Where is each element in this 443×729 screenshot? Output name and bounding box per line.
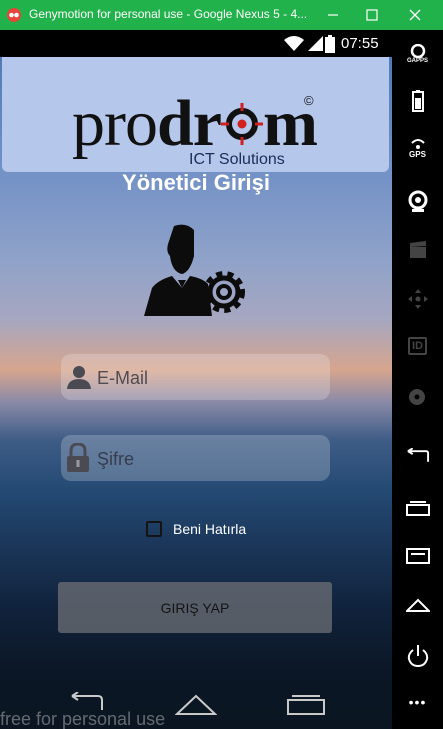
battery-icon <box>325 35 335 53</box>
remember-label: Beni Hatırla <box>173 521 247 537</box>
back-tool-icon <box>407 448 430 462</box>
dpad-icon <box>407 289 428 309</box>
home-icon[interactable] <box>175 692 217 716</box>
watermark-text: free for personal use <box>0 709 166 729</box>
gps-label: GPS <box>409 150 426 159</box>
power-button[interactable] <box>405 644 430 668</box>
emulator-toolbar: GAPPS GPS ID ••• <box>392 30 443 729</box>
battery-tool-icon <box>411 90 424 112</box>
back-tool-button[interactable] <box>405 448 430 464</box>
email-input[interactable] <box>95 354 329 402</box>
camera-button[interactable] <box>405 190 430 212</box>
logo-subtitle: ICT Solutions <box>189 151 285 168</box>
password-field[interactable] <box>61 435 330 483</box>
recent-tool-button[interactable] <box>405 500 430 516</box>
recent-tool-icon <box>405 501 430 516</box>
recent-apps-icon[interactable] <box>286 692 326 716</box>
login-button[interactable]: GIRIŞ YAP <box>58 582 332 633</box>
logo-text-prefix: pro <box>72 87 158 160</box>
logo-banner: prodr m © ICT Solutions <box>2 57 389 172</box>
page-title: Yönetici Girişi <box>122 170 270 195</box>
more-button[interactable]: ••• <box>405 694 430 710</box>
remote-control-button[interactable] <box>405 288 430 310</box>
webcam-icon <box>408 190 427 212</box>
genymotion-icon <box>7 8 21 22</box>
gapps-icon <box>410 44 425 58</box>
gps-icon <box>410 139 425 149</box>
user-icon <box>67 366 91 389</box>
admin-user-gear-icon <box>144 224 245 316</box>
email-field[interactable] <box>61 354 330 402</box>
window-titlebar: Genymotion for personal use - Google Nex… <box>0 0 443 30</box>
status-bar: 07:55 <box>0 30 392 57</box>
phone-screen: 07:55 prodr m © ICT Solutions Yönetici G… <box>0 30 392 729</box>
disk-io-button[interactable] <box>405 387 430 407</box>
capture-button[interactable] <box>405 240 430 260</box>
battery-tool-button[interactable] <box>405 90 430 112</box>
window-title: Genymotion for personal use - Google Nex… <box>29 7 308 21</box>
maximize-button[interactable] <box>352 0 392 30</box>
close-button[interactable] <box>395 0 435 30</box>
disk-icon <box>408 389 425 405</box>
remember-me[interactable]: Beni Hatırla <box>146 521 246 537</box>
gapps-button[interactable]: GAPPS <box>405 44 430 64</box>
crosshair-logo-icon <box>220 103 263 145</box>
lock-icon <box>67 443 89 472</box>
device-id-button[interactable]: ID <box>405 337 430 355</box>
signal-icon <box>308 36 323 51</box>
gps-button[interactable]: GPS <box>405 138 430 159</box>
logo-text-middle: dr <box>156 87 222 160</box>
remember-checkbox[interactable] <box>146 521 162 537</box>
minimize-button[interactable] <box>313 0 353 30</box>
menu-tool-icon <box>405 548 430 564</box>
copyright-mark: © <box>304 93 314 108</box>
home-tool-button[interactable] <box>405 598 430 612</box>
menu-tool-button[interactable] <box>405 548 430 564</box>
clapperboard-icon <box>409 241 426 258</box>
prodrom-logo: prodr m <box>72 91 318 157</box>
gapps-label: GAPPS <box>406 58 428 64</box>
id-icon: ID <box>408 337 427 355</box>
power-icon <box>407 645 428 668</box>
wifi-icon <box>284 36 304 51</box>
status-time: 07:55 <box>341 35 379 52</box>
password-input[interactable] <box>95 435 329 483</box>
home-tool-icon <box>405 598 430 612</box>
